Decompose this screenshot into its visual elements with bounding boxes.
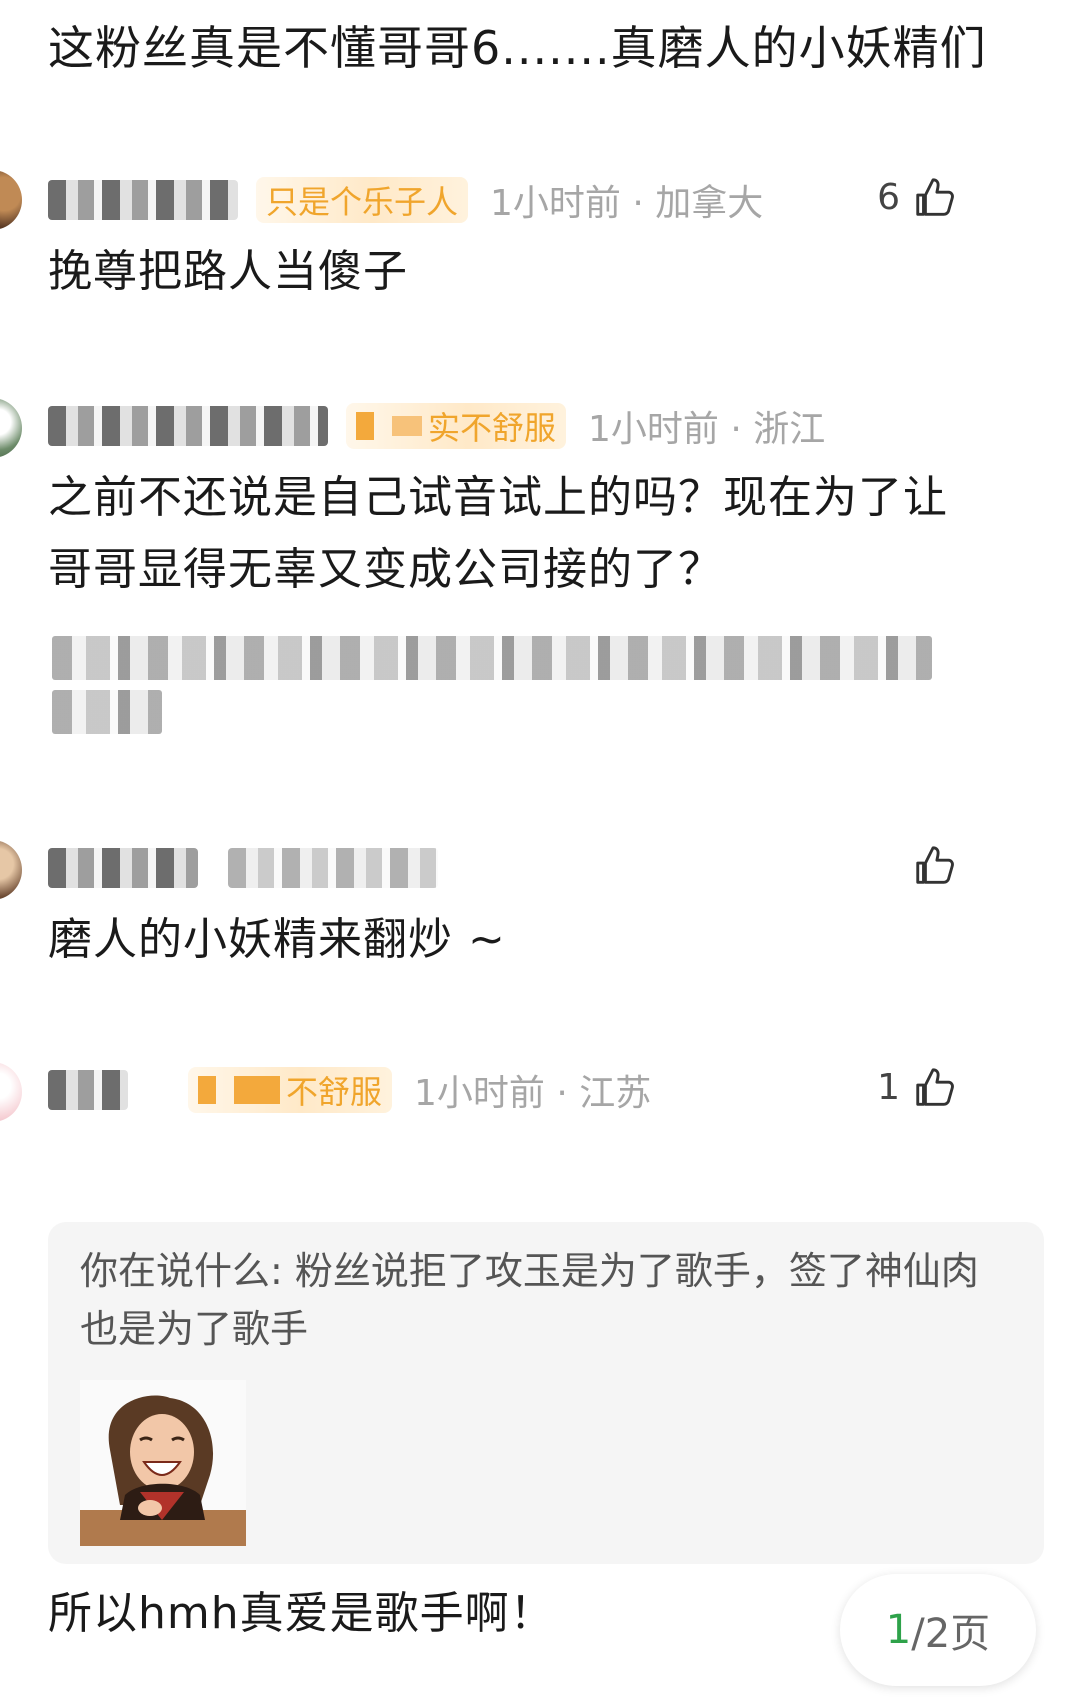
comment-time: 1小时前 <box>414 1073 545 1114</box>
total-pages: /2页 <box>911 1611 991 1657</box>
badge-label: 不舒服 <box>286 1073 383 1111</box>
comment-text: 挽尊把路人当傻子 <box>48 246 408 297</box>
badge-redaction <box>234 1076 280 1104</box>
badge-redaction <box>392 416 422 436</box>
page-indicator[interactable]: 1 /2页 <box>840 1574 1036 1686</box>
comment-location: 加拿大 <box>655 183 764 224</box>
avatar[interactable] <box>0 170 22 230</box>
laughing-avatar-sticker-icon <box>80 1380 246 1546</box>
separator: · <box>632 183 644 224</box>
avatar[interactable] <box>0 840 22 900</box>
avatar[interactable] <box>0 398 22 458</box>
separator: · <box>730 409 742 450</box>
time-location: 1小时前 · 江苏 <box>414 1064 651 1116</box>
username-redacted[interactable] <box>48 406 328 446</box>
user-badge: 不舒服 <box>188 1067 393 1113</box>
user-badge: 只是个乐子人 <box>256 177 469 223</box>
time-location: 1小时前 · 浙江 <box>588 400 825 452</box>
badge-redaction <box>356 412 374 440</box>
like-count: 1 <box>877 1066 900 1108</box>
quoted-reply[interactable]: 你在说什么: 粉丝说拒了攻玉是为了歌手，签了神仙肉也是为了歌手 <box>48 1222 1044 1564</box>
avatar[interactable] <box>0 1062 22 1122</box>
comment-time: 1小时前 <box>588 409 719 450</box>
badge-redaction <box>198 1076 216 1104</box>
username-redacted[interactable] <box>48 180 238 220</box>
like-button[interactable]: 6 <box>877 174 958 220</box>
like-button[interactable] <box>900 842 958 888</box>
comment-location: 浙江 <box>753 409 826 450</box>
time-location: 1小时前 · 加拿大 <box>490 174 763 226</box>
thumbs-up-icon <box>916 846 954 884</box>
badge-label: 只是个乐子人 <box>266 183 459 221</box>
redacted-reply-row <box>52 636 932 680</box>
user-badge: 实不舒服 <box>346 403 567 449</box>
redacted-reply-row <box>52 690 162 734</box>
comment-text: 这粉丝真是不懂哥哥6.......真磨人的小妖精们 <box>48 21 987 75</box>
quoted-reply-text: 你在说什么: 粉丝说拒了攻玉是为了歌手，签了神仙肉也是为了歌手 <box>80 1249 979 1351</box>
thumbs-up-icon <box>916 1068 954 1106</box>
current-page: 1 <box>885 1607 912 1653</box>
comment-text: 磨人的小妖精来翻炒 ~ <box>48 914 506 965</box>
like-button[interactable]: 1 <box>877 1064 958 1110</box>
comment-feed: 这粉丝真是不懂哥哥6.......真磨人的小妖精们 只是个乐子人 1小时前 · … <box>0 0 1080 1699</box>
username-redacted[interactable] <box>48 848 198 888</box>
username-redacted <box>228 848 438 888</box>
comment-text: 所以hmh真爱是歌手啊！ <box>48 1588 555 1639</box>
thumbs-up-icon <box>916 178 954 216</box>
username-redacted[interactable] <box>48 1070 128 1110</box>
comment-meta: 不舒服 1小时前 · 江苏 <box>48 1064 651 1116</box>
badge-label: 实不舒服 <box>428 409 557 447</box>
separator: · <box>556 1073 568 1114</box>
comment-text: 之前不还说是自己试音试上的吗？现在为了让哥哥显得无辜又变成公司接的了？ <box>48 472 948 595</box>
comment-time: 1小时前 <box>490 183 621 224</box>
comment-meta <box>48 842 438 894</box>
comment-location: 江苏 <box>579 1073 652 1114</box>
comment-meta: 只是个乐子人 1小时前 · 加拿大 <box>48 174 763 226</box>
like-count: 6 <box>877 176 900 218</box>
comment-meta: 实不舒服 1小时前 · 浙江 <box>48 400 825 452</box>
